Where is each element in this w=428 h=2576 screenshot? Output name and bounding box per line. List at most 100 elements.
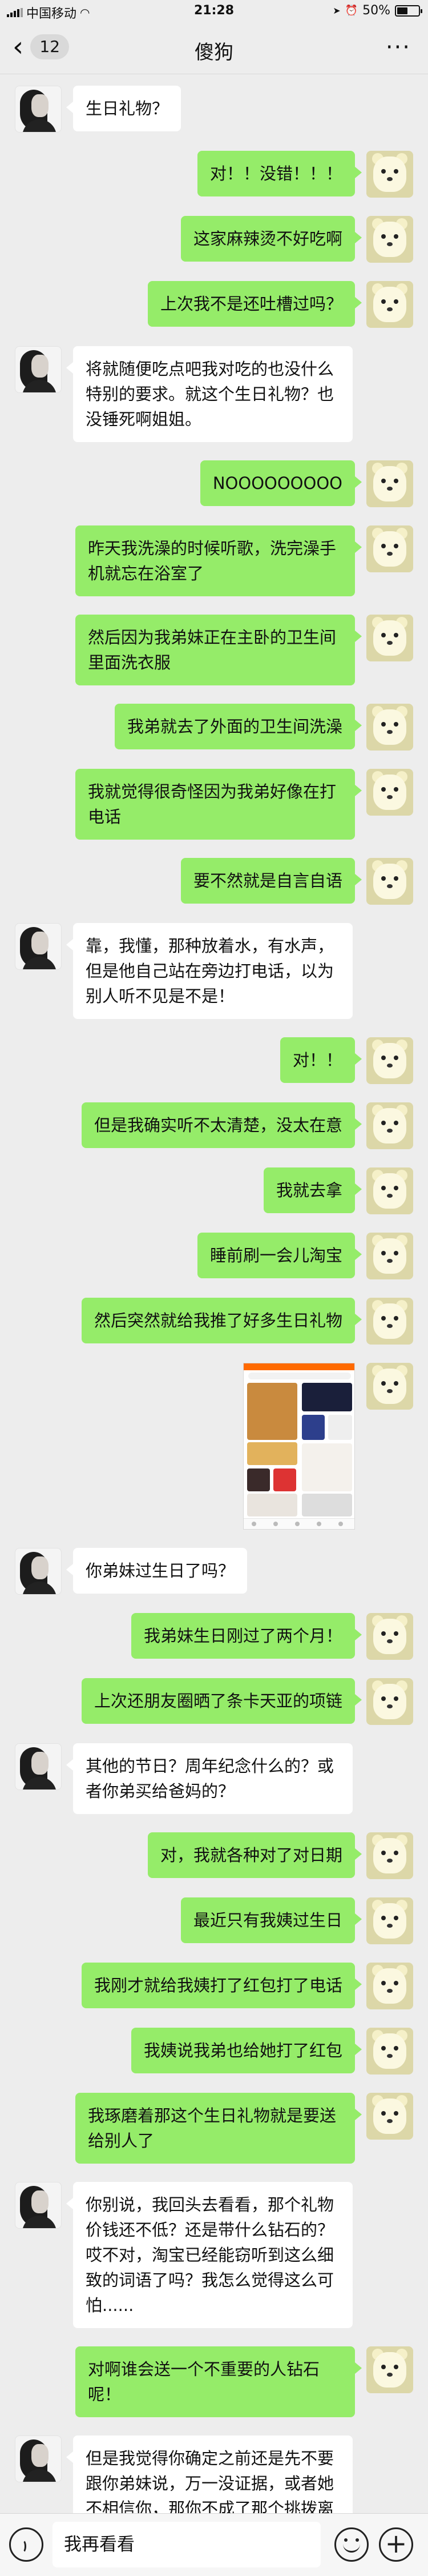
sent-message-bubble[interactable]: 我就去拿 [263, 1167, 362, 1213]
sent-message-bubble[interactable]: NOOOOOOOOO [200, 460, 362, 506]
sent-message-bubble[interactable]: 然后因为我弟妹正在主卧的卫生间里面洗衣服 [75, 615, 362, 685]
my-avatar[interactable] [366, 1233, 413, 1279]
sent-message-bubble[interactable]: 上次我不是还吐槽过吗？ [147, 281, 362, 327]
contact-avatar[interactable] [15, 2182, 62, 2229]
add-attachment-icon[interactable]: + [379, 2527, 413, 2562]
status-bar: 中国移动 ◠ 21:28 ➤ ⏰ 50% [0, 0, 428, 22]
message-row: 我就觉得很奇怪因为我弟好像在打电话 [15, 769, 413, 840]
sent-message-bubble[interactable]: 昨天我洗澡的时候听歌，洗完澡手机就忘在浴室了 [75, 525, 362, 596]
sent-message-bubble[interactable]: 对啊谁会送一个不重要的人钻石呢！ [75, 2346, 362, 2417]
sent-message-bubble[interactable]: 我就觉得很奇怪因为我弟好像在打电话 [75, 769, 362, 840]
more-options-button[interactable]: ··· [386, 34, 411, 61]
message-row: 其他的节日？周年纪念什么的？或者你弟买给爸妈的？ [15, 1743, 413, 1814]
message-row: 我弟妹生日刚过了两个月！ [15, 1613, 413, 1660]
sent-message-bubble[interactable]: 对！！ [280, 1037, 362, 1083]
message-row: 对，我就各种对了对日期 [15, 1832, 413, 1879]
sent-message-bubble[interactable]: 我弟妹生日刚过了两个月！ [131, 1613, 362, 1659]
message-row: 但是我觉得你确定之前还是先不要跟你弟妹说，万一没证据，或者她不相信你，那你不成了… [15, 2435, 413, 2513]
sent-message-bubble[interactable]: 要不然就是自言自语 [180, 858, 362, 904]
sent-message-bubble[interactable]: 这家麻辣烫不好吃啊 [180, 216, 362, 262]
message-row: 对！！没错！！！ [15, 151, 413, 198]
my-avatar[interactable] [366, 281, 413, 328]
contact-avatar[interactable] [15, 86, 62, 133]
sent-message-bubble[interactable]: 对，我就各种对了对日期 [147, 1832, 362, 1878]
my-avatar[interactable] [366, 615, 413, 661]
received-message-bubble[interactable]: 其他的节日？周年纪念什么的？或者你弟买给爸妈的？ [66, 1743, 353, 1814]
message-row: 我姨说我弟也给她打了红包 [15, 2028, 413, 2075]
my-avatar[interactable] [366, 1613, 413, 1660]
sent-message-bubble[interactable]: 我刚才就给我姨打了红包打了电话 [81, 1963, 362, 2008]
sent-message-bubble[interactable]: 然后突然就给我推了好多生日礼物 [81, 1298, 362, 1343]
message-input[interactable]: 我再看看 [53, 2522, 321, 2567]
contact-avatar[interactable] [15, 1743, 62, 1790]
message-row: 上次还朋友圈晒了条卡天亚的项链 [15, 1678, 413, 1725]
message-row: 将就随便吃点吧我对吃的也没什么特别的要求。就这个生日礼物？也没锤死啊姐姐。 [15, 346, 413, 442]
my-avatar[interactable] [366, 1167, 413, 1214]
received-message-bubble[interactable]: 你别说，我回头去看看，那个礼物价钱还不低？还是带什么钻石的？哎不对，淘宝已经能窃… [66, 2182, 353, 2328]
message-row: 我琢磨着那这个生日礼物就是要送给别人了 [15, 2093, 413, 2164]
my-avatar[interactable] [366, 525, 413, 572]
message-row: NOOOOOOOOO [15, 460, 413, 507]
chat-title: 傻狗 [195, 41, 233, 64]
input-bar: 我再看看 + [0, 2513, 428, 2576]
sent-message-bubble[interactable]: 上次还朋友圈晒了条卡天亚的项链 [81, 1678, 362, 1724]
received-message-bubble[interactable]: 将就随便吃点吧我对吃的也没什么特别的要求。就这个生日礼物？也没锤死啊姐姐。 [66, 346, 353, 442]
message-row: 上次我不是还吐槽过吗？ [15, 281, 413, 328]
message-row: 最近只有我姨过生日 [15, 1897, 413, 1944]
message-row: 靠，我懂，那种放着水，有水声，但是他自己站在旁边打电话，以为别人听不见是不是！ [15, 923, 413, 1019]
message-row: 我就去拿 [15, 1167, 413, 1214]
received-message-bubble[interactable]: 生日礼物？ [66, 86, 181, 131]
message-row: 对！！ [15, 1037, 413, 1084]
message-row: 然后突然就给我推了好多生日礼物 [15, 1298, 413, 1345]
sent-message-bubble[interactable]: 睡前刷一会儿淘宝 [197, 1233, 362, 1278]
status-right: ➤ ⏰ 50% [333, 3, 422, 18]
contact-avatar[interactable] [15, 1548, 62, 1595]
message-row: 生日礼物？ [15, 86, 413, 133]
sent-message-bubble[interactable]: 对！！没错！！！ [197, 151, 362, 196]
message-row: 这家麻辣烫不好吃啊 [15, 216, 413, 263]
battery-icon [395, 5, 422, 17]
location-icon: ➤ [333, 5, 341, 16]
my-avatar[interactable] [366, 2346, 413, 2393]
my-avatar[interactable] [366, 460, 413, 507]
message-row: 你别说，我回头去看看，那个礼物价钱还不低？还是带什么钻石的？哎不对，淘宝已经能窃… [15, 2182, 413, 2328]
sent-message-bubble[interactable]: 我弟就去了外面的卫生间洗澡 [114, 704, 362, 749]
my-avatar[interactable] [366, 2028, 413, 2075]
message-row: 你弟妹过生日了吗？ [15, 1548, 413, 1595]
contact-avatar[interactable] [15, 923, 62, 970]
my-avatar[interactable] [366, 1897, 413, 1944]
battery-level-fill [397, 7, 407, 14]
my-avatar[interactable] [366, 1963, 413, 2009]
message-row: 对啊谁会送一个不重要的人钻石呢！ [15, 2346, 413, 2417]
alarm-icon: ⏰ [345, 5, 358, 17]
my-avatar[interactable] [366, 1363, 413, 1410]
my-avatar[interactable] [366, 216, 413, 263]
sent-message-bubble[interactable]: 最近只有我姨过生日 [180, 1897, 362, 1943]
image-message[interactable] [243, 1363, 355, 1530]
emoji-icon[interactable] [334, 2527, 369, 2562]
my-avatar[interactable] [366, 151, 413, 198]
contact-avatar[interactable] [15, 2435, 62, 2482]
my-avatar[interactable] [366, 1037, 413, 1084]
message-row: 但是我确实听不太清楚，没太在意 [15, 1102, 413, 1149]
my-avatar[interactable] [366, 1298, 413, 1345]
my-avatar[interactable] [366, 769, 413, 816]
my-avatar[interactable] [366, 1832, 413, 1879]
my-avatar[interactable] [366, 858, 413, 905]
my-avatar[interactable] [366, 2093, 413, 2140]
my-avatar[interactable] [366, 1678, 413, 1725]
my-avatar[interactable] [366, 1102, 413, 1149]
received-message-bubble[interactable]: 靠，我懂，那种放着水，有水声，但是他自己站在旁边打电话，以为别人听不见是不是！ [66, 923, 353, 1019]
sent-message-bubble[interactable]: 我姨说我弟也给她打了红包 [131, 2028, 362, 2073]
my-avatar[interactable] [366, 704, 413, 751]
chat-message-list[interactable]: 生日礼物？ 对！！没错！！！ 这家麻辣烫不好吃啊上次我不是还吐槽过吗？ 将就随便吃点吧… [0, 74, 428, 2513]
sent-message-bubble[interactable]: 但是我确实听不太清楚，没太在意 [81, 1102, 362, 1148]
message-row: 我刚才就给我姨打了红包打了电话 [15, 1963, 413, 2009]
received-message-bubble[interactable]: 你弟妹过生日了吗？ [66, 1548, 248, 1594]
message-row: 我弟就去了外面的卫生间洗澡 [15, 704, 413, 751]
message-row: 睡前刷一会儿淘宝 [15, 1233, 413, 1279]
voice-input-icon[interactable] [9, 2527, 43, 2562]
contact-avatar[interactable] [15, 346, 62, 393]
sent-message-bubble[interactable]: 我琢磨着那这个生日礼物就是要送给别人了 [75, 2093, 362, 2164]
received-message-bubble[interactable]: 但是我觉得你确定之前还是先不要跟你弟妹说，万一没证据，或者她不相信你，那你不成了… [66, 2435, 353, 2513]
